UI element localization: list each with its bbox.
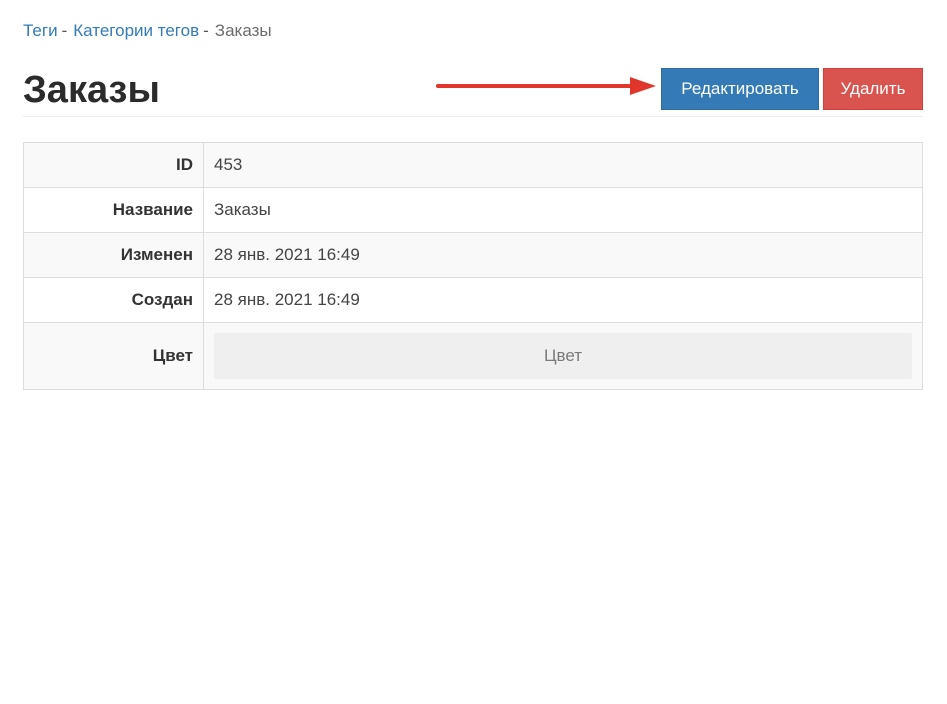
page-header: Заказы Редактировать Удалить — [23, 62, 923, 117]
detail-row-color: Цвет Цвет — [23, 322, 923, 390]
breadcrumb: Теги - Категории тегов - Заказы — [23, 20, 272, 42]
detail-value-cell: Цвет — [203, 322, 923, 390]
detail-value: 28 янв. 2021 16:49 — [203, 232, 923, 278]
breadcrumb-link-tag-categories[interactable]: Категории тегов — [73, 21, 199, 40]
detail-row-modified: Изменен 28 янв. 2021 16:49 — [23, 232, 923, 278]
detail-value: Заказы — [203, 187, 923, 233]
breadcrumb-link-tags[interactable]: Теги — [23, 21, 58, 40]
color-swatch: Цвет — [214, 333, 912, 379]
detail-table: ID 453 Название Заказы Изменен 28 янв. 2… — [23, 142, 923, 390]
breadcrumb-separator: - — [61, 21, 68, 40]
breadcrumb-separator: - — [203, 21, 209, 40]
detail-label: Создан — [23, 277, 204, 323]
detail-row-id: ID 453 — [23, 142, 923, 188]
edit-button[interactable]: Редактировать — [661, 68, 819, 110]
detail-label: Изменен — [23, 232, 204, 278]
page: Теги - Категории тегов - Заказы Заказы Редак… — [0, 0, 947, 704]
detail-row-name: Название Заказы — [23, 187, 923, 233]
detail-row-created: Создан 28 янв. 2021 16:49 — [23, 277, 923, 323]
page-title: Заказы — [23, 69, 160, 111]
detail-value: 28 янв. 2021 16:49 — [203, 277, 923, 323]
detail-value: 453 — [203, 142, 923, 188]
delete-button[interactable]: Удалить — [823, 68, 923, 110]
detail-label: Цвет — [23, 322, 204, 390]
detail-label: Название — [23, 187, 204, 233]
breadcrumb-current: Заказы — [214, 21, 272, 40]
detail-label: ID — [23, 142, 204, 188]
right-arrow-icon — [436, 77, 656, 95]
